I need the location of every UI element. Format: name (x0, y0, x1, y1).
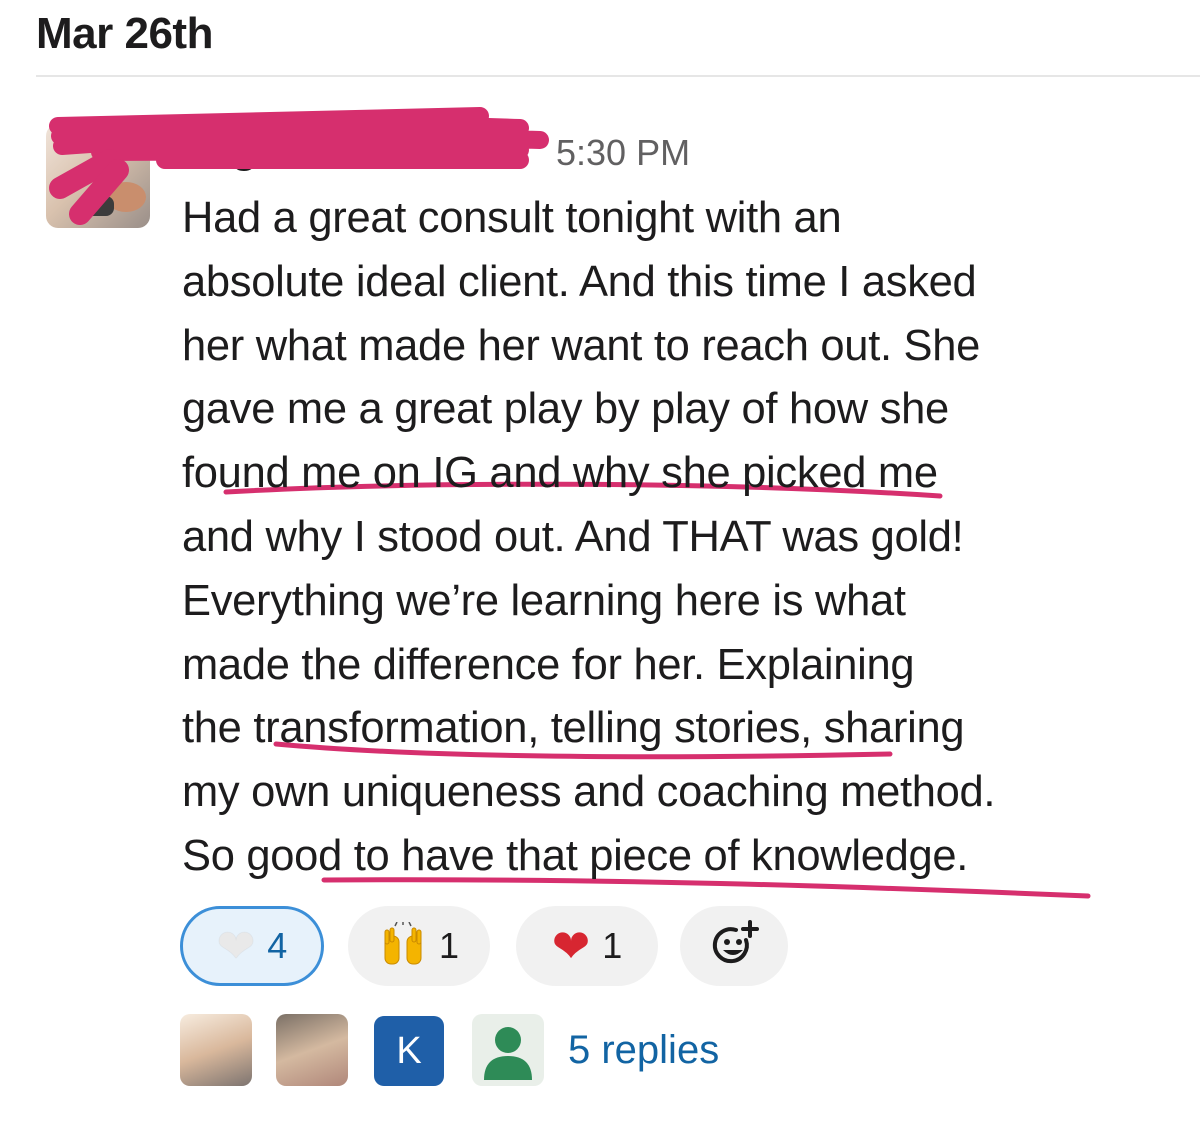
message-line: found me on IG and why she picked me (182, 449, 938, 498)
person-icon (484, 1027, 532, 1080)
message-line: made the difference for her. Explaining (182, 640, 915, 689)
reaction-count: 1 (438, 925, 460, 966)
replier-avatar-k[interactable]: K (374, 1016, 444, 1086)
message-line: my own uniqueness and coaching method. (182, 768, 996, 817)
replier-avatar[interactable] (180, 1014, 252, 1086)
message-line: gave me a great play by play of how she (182, 385, 949, 434)
message-line: and why I stood out. And THAT was gold! (182, 512, 964, 561)
message-timestamp[interactable]: 5:30 PM (556, 130, 690, 176)
add-reaction-button[interactable] (680, 906, 788, 986)
replier-avatar-default[interactable] (472, 1014, 544, 1086)
message-line: So good to have that piece of knowledge. (182, 831, 969, 880)
reaction-count: 4 (267, 925, 288, 966)
message-line: absolute ideal client. And this time I a… (182, 257, 977, 306)
date-divider (36, 75, 1200, 77)
sender-avatar[interactable] (46, 124, 150, 228)
message-text: Had a great consult tonight with an abso… (182, 187, 1182, 889)
raised-hands-icon (384, 922, 422, 965)
message-line: Had a great consult tonight with an (182, 194, 842, 242)
sender-name[interactable]: Megan Derrick (170, 120, 540, 176)
add-emoji-icon (712, 920, 759, 964)
reaction-raised-hands[interactable]: 1 (348, 906, 490, 986)
date-header: Mar 26th (36, 9, 213, 58)
message-line: the transformation, telling stories, sha… (182, 704, 965, 753)
red-heart-icon: ❤ (551, 920, 591, 972)
replies-link[interactable]: 5 replies (568, 1024, 719, 1076)
message-line: her what made her want to reach out. She (182, 321, 981, 370)
white-heart-icon: ❤ (216, 920, 256, 972)
reaction-white-heart[interactable]: ❤ 4 (180, 906, 324, 986)
message-line: Everything we’re learning here is what (182, 576, 906, 625)
reaction-red-heart[interactable]: ❤ 1 (516, 906, 658, 986)
replier-avatar[interactable] (276, 1014, 348, 1086)
reaction-count: 1 (602, 925, 623, 966)
